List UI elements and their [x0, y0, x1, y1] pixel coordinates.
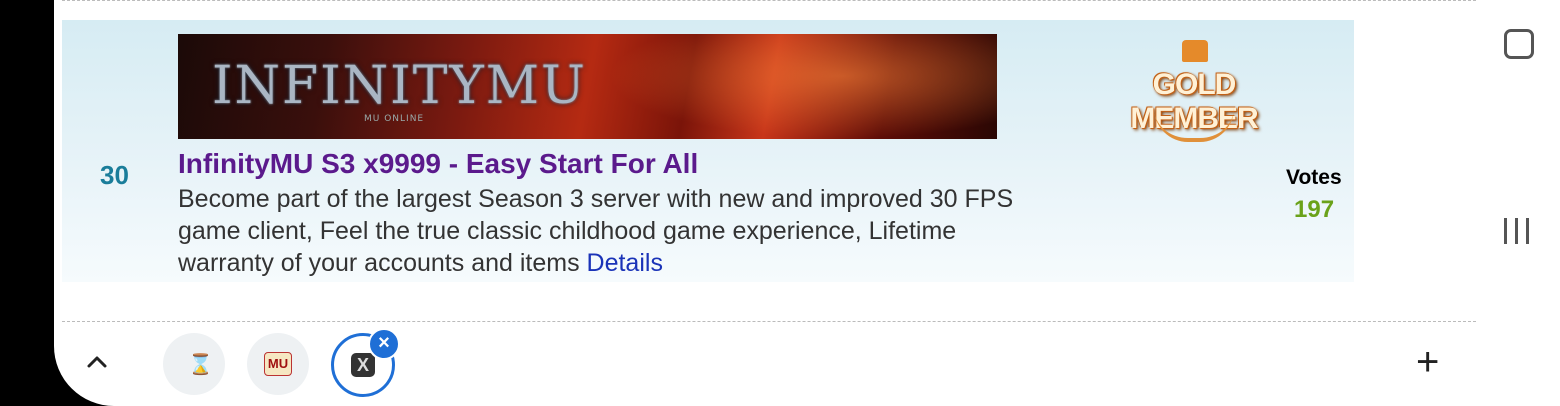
android-nav-bar: [1476, 0, 1560, 406]
tab-strip: ⌛ MU X × +: [54, 322, 1476, 406]
mu-favicon-icon: MU: [264, 352, 292, 376]
details-link[interactable]: Details: [587, 249, 663, 277]
close-tab-icon[interactable]: ×: [368, 328, 400, 360]
banner-tagline: MU ONLINE: [364, 114, 425, 124]
crown-icon: [1182, 40, 1208, 62]
server-listing: INFINITYMU MU ONLINE 30 InfinityMU S3 x9…: [62, 20, 1354, 282]
gold-member-badge: GOLD MEMBER: [1096, 40, 1292, 150]
banner-artwork: [608, 34, 997, 139]
chevron-up-icon[interactable]: [82, 346, 112, 376]
recent-apps-icon[interactable]: [1504, 29, 1534, 59]
server-banner[interactable]: INFINITYMU MU ONLINE: [178, 34, 997, 139]
hourglass-icon: ⌛: [188, 352, 213, 376]
votes-label: Votes: [1286, 166, 1342, 189]
tab-hourglass[interactable]: ⌛: [163, 333, 225, 395]
x-favicon-icon: X: [351, 353, 375, 377]
top-divider: [62, 0, 1476, 1]
new-tab-plus-icon[interactable]: +: [1416, 342, 1439, 382]
laurel-icon: [1154, 108, 1234, 142]
banner-logo: INFINITYMU: [212, 56, 587, 116]
votes-count: 197: [1294, 196, 1335, 223]
tab-mu[interactable]: MU: [247, 333, 309, 395]
home-bars-icon[interactable]: [1504, 218, 1532, 244]
server-title-link[interactable]: InfinityMU S3 x9999 - Easy Start For All: [178, 148, 698, 180]
server-rank: 30: [100, 160, 129, 190]
browser-viewport: INFINITYMU MU ONLINE 30 InfinityMU S3 x9…: [54, 0, 1476, 406]
server-description: Become part of the largest Season 3 serv…: [178, 183, 1038, 279]
